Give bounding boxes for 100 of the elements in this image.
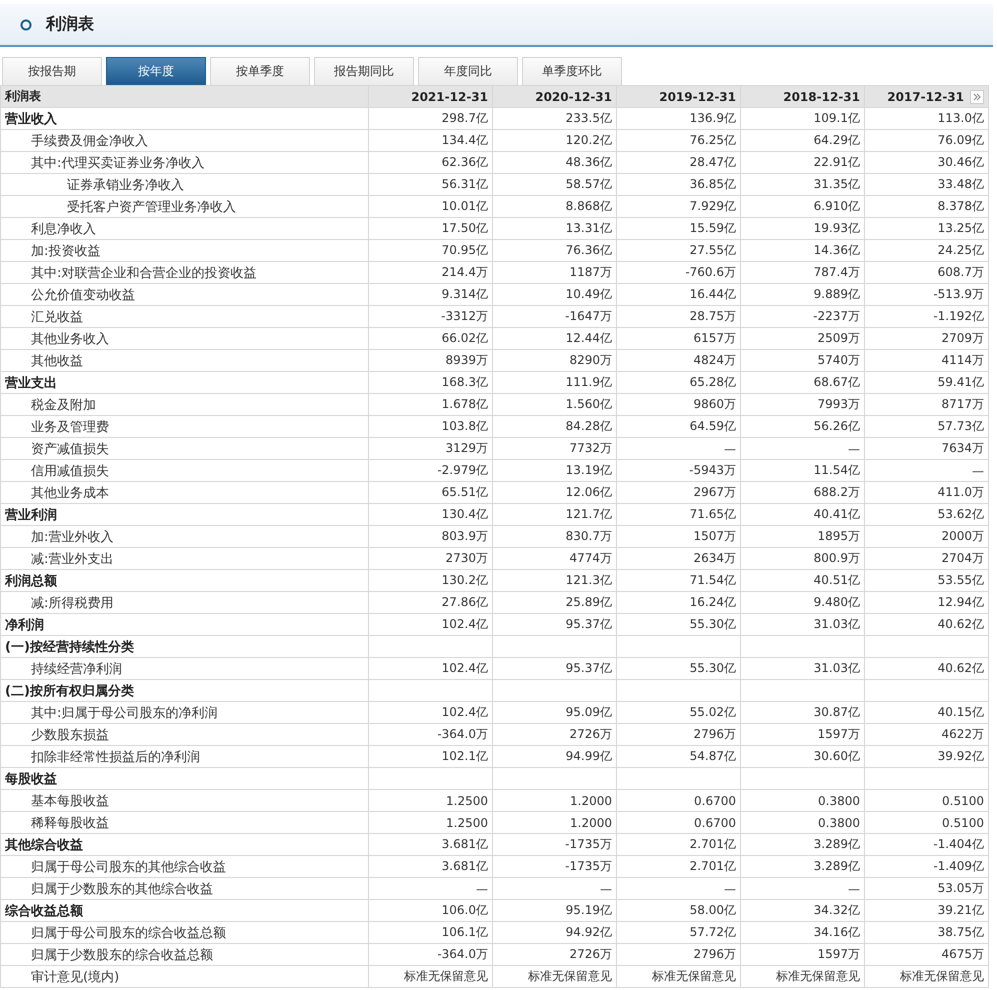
- row-label: 营业收入: [5, 112, 57, 126]
- table-cell: 2796万: [693, 727, 736, 741]
- row-label: 汇兑收益: [30, 310, 83, 324]
- row-label: 营业支出: [5, 376, 57, 390]
- column-header: 2017-12-31: [887, 90, 964, 104]
- table-cell: 11.54亿: [814, 463, 860, 477]
- table-cell: 94.99亿: [566, 749, 612, 763]
- row-label: 减:营业外支出: [30, 552, 114, 566]
- table-cell: 9860万: [693, 397, 736, 411]
- table-cell: 48.36亿: [566, 155, 612, 169]
- row-label: 利润总额: [5, 574, 57, 588]
- table-cell: —: [848, 442, 860, 456]
- table-cell: 8939万: [445, 353, 488, 367]
- tab[interactable]: 按报告期: [2, 57, 102, 85]
- table-cell: 33.48亿: [938, 177, 984, 191]
- row-label: 其他综合收益: [5, 838, 83, 852]
- table-cell: 608.7万: [938, 265, 984, 279]
- table-cell: 214.4万: [442, 265, 488, 279]
- tab[interactable]: 报告期同比: [314, 57, 414, 85]
- row-label: 加:投资收益: [30, 244, 100, 258]
- table-cell: 688.2万: [814, 485, 860, 499]
- row-label: (二)按所有权归属分类: [5, 684, 134, 698]
- table-cell: 70.95亿: [442, 243, 488, 257]
- table-cell: 39.21亿: [938, 903, 984, 917]
- table-cell: 2796万: [693, 947, 736, 961]
- table-cell: 68.67亿: [814, 375, 860, 389]
- table-cell: 27.86亿: [442, 595, 488, 609]
- table-cell: 94.92亿: [566, 925, 612, 939]
- table-cell: 233.5亿: [566, 111, 612, 125]
- scroll-right-button[interactable]: [970, 90, 984, 104]
- table-cell: 2726万: [569, 727, 612, 741]
- table-cell: 56.26亿: [814, 419, 860, 433]
- row-label: 审计意见(境内): [30, 970, 120, 984]
- table-cell: 787.4万: [814, 265, 860, 279]
- table-cell: —: [724, 442, 736, 456]
- table-cell: 34.16亿: [814, 925, 860, 939]
- table-cell: 102.4亿: [442, 617, 488, 631]
- table-cell: 30.46亿: [938, 155, 984, 169]
- table-cell: 3.289亿: [814, 859, 860, 873]
- table-cell: 10.49亿: [566, 287, 612, 301]
- table-cell: 76.25亿: [690, 133, 736, 147]
- tab[interactable]: 单季度环比: [522, 57, 622, 85]
- row-label: 每股收益: [5, 772, 57, 786]
- table-cell: 34.32亿: [814, 903, 860, 917]
- tab[interactable]: 按年度: [106, 57, 206, 85]
- table-cell: 13.25亿: [938, 221, 984, 235]
- table-cell: 4622万: [941, 727, 984, 741]
- table-cell: 53.55亿: [938, 573, 984, 587]
- table-cell: 2000万: [941, 529, 984, 543]
- table-cell: 9.314亿: [442, 287, 488, 301]
- tab[interactable]: 按单季度: [210, 57, 310, 85]
- table-cell: 298.7亿: [442, 111, 488, 125]
- table-cell: -1735万: [565, 859, 612, 873]
- table-cell: 803.9万: [442, 529, 488, 543]
- table-cell: 40.51亿: [814, 573, 860, 587]
- table-cell: 800.9万: [814, 551, 860, 565]
- table-cell: 2704万: [941, 551, 984, 565]
- table-cell: 12.44亿: [566, 331, 612, 345]
- table-cell: 30.60亿: [814, 749, 860, 763]
- table-cell: 76.36亿: [566, 243, 612, 257]
- table-cell: 62.36亿: [442, 155, 488, 169]
- row-label: 信用减值损失: [30, 464, 109, 478]
- table-cell: 53.62亿: [938, 507, 984, 521]
- table-cell: 57.73亿: [938, 419, 984, 433]
- row-label: 其他业务成本: [30, 486, 109, 500]
- table-cell: 16.24亿: [690, 595, 736, 609]
- table-cell: —: [848, 882, 860, 896]
- table-cell: 136.9亿: [690, 111, 736, 125]
- table-cell: 40.41亿: [814, 507, 860, 521]
- table-cell: 19.93亿: [814, 221, 860, 235]
- table-cell: 1.2500: [446, 816, 488, 830]
- row-label: 减:所得税费用: [30, 596, 114, 610]
- table-cell: 1.2000: [570, 816, 612, 830]
- table-cell: 0.5100: [942, 816, 984, 830]
- table-cell: 标准无保留意见: [528, 969, 612, 983]
- table-cell: 1.560亿: [566, 397, 612, 411]
- table-cell: 76.09亿: [938, 133, 984, 147]
- table-cell: 8290万: [569, 353, 612, 367]
- tab[interactable]: 年度同比: [418, 57, 518, 85]
- table-cell: 121.3亿: [566, 573, 612, 587]
- table-cell: 55.02亿: [690, 705, 736, 719]
- table-cell: 103.8亿: [442, 419, 488, 433]
- table-cell: 7634万: [941, 441, 984, 455]
- table-cell: 64.29亿: [814, 133, 860, 147]
- table-cell: 95.09亿: [566, 705, 612, 719]
- table-cell: 36.85亿: [690, 177, 736, 191]
- table-cell: 2709万: [941, 331, 984, 345]
- table-cell: 120.2亿: [566, 133, 612, 147]
- table-cell: 25.89亿: [566, 595, 612, 609]
- row-label: 加:营业外收入: [30, 530, 114, 544]
- table-cell: 53.05万: [938, 881, 984, 895]
- table-cell: 109.1亿: [814, 111, 860, 125]
- table-cell: 16.44亿: [690, 287, 736, 301]
- table-cell: 95.37亿: [566, 661, 612, 675]
- table-cell: -1647万: [565, 309, 612, 323]
- table-cell: -1.192亿: [933, 309, 984, 323]
- table-cell: 65.51亿: [442, 485, 488, 499]
- table-cell: 102.4亿: [442, 705, 488, 719]
- table-cell: 40.15亿: [938, 705, 984, 719]
- table-cell: 标准无保留意见: [900, 969, 984, 983]
